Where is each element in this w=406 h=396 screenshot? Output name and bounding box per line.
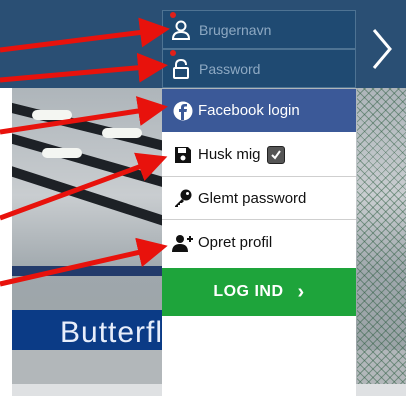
username-placeholder: Brugernavn (199, 21, 272, 38)
net-mesh (357, 88, 406, 396)
facebook-icon (168, 101, 198, 121)
forgot-password-label: Glemt password (198, 189, 307, 207)
remember-me-item[interactable]: Husk mig (162, 133, 356, 177)
user-icon (163, 11, 199, 48)
create-profile-label: Opret profil (198, 234, 273, 251)
checkmark-icon (270, 149, 281, 160)
facebook-login-button[interactable]: Facebook login (162, 89, 356, 132)
create-profile-link[interactable]: Opret profil (162, 221, 356, 264)
add-user-icon (168, 234, 198, 252)
facebook-label: Facebook login (198, 102, 300, 119)
chevron-right-icon: › (297, 280, 305, 303)
chevron-right-icon (372, 29, 392, 69)
screenshot-frame: Butterfly Brugernavn Password Facebook l… (0, 0, 406, 396)
login-button[interactable]: LOG IND › (162, 268, 356, 316)
password-placeholder: Password (199, 60, 261, 77)
key-icon (168, 188, 198, 208)
next-button[interactable] (358, 12, 406, 86)
required-marker (170, 12, 176, 18)
username-field[interactable]: Brugernavn (162, 10, 356, 49)
lock-icon (163, 50, 199, 87)
password-field[interactable]: Password (162, 49, 356, 88)
table-tennis-table (12, 266, 162, 276)
remember-checkbox[interactable] (266, 145, 285, 164)
required-marker (170, 50, 176, 56)
login-label: LOG IND (213, 283, 284, 300)
forgot-password-link[interactable]: Glemt password (162, 177, 356, 220)
floppy-disk-icon (168, 146, 198, 164)
remember-label: Husk mig (198, 146, 261, 163)
